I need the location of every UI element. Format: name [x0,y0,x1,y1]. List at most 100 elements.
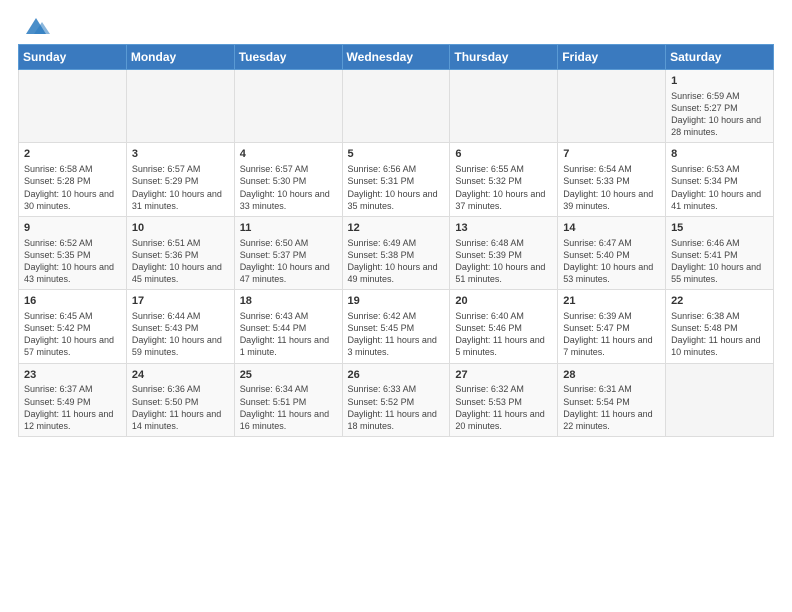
day-info: Sunrise: 6:53 AM Sunset: 5:34 PM Dayligh… [671,163,768,212]
day-info: Sunrise: 6:49 AM Sunset: 5:38 PM Dayligh… [348,237,445,286]
day-info: Sunrise: 6:33 AM Sunset: 5:52 PM Dayligh… [348,383,445,432]
calendar-cell: 28Sunrise: 6:31 AM Sunset: 5:54 PM Dayli… [558,363,666,436]
day-info: Sunrise: 6:55 AM Sunset: 5:32 PM Dayligh… [455,163,552,212]
day-number: 12 [348,221,445,236]
calendar-cell [19,70,127,143]
calendar-cell: 13Sunrise: 6:48 AM Sunset: 5:39 PM Dayli… [450,216,558,289]
weekday-header-row: SundayMondayTuesdayWednesdayThursdayFrid… [19,45,774,70]
calendar-week-row: 2Sunrise: 6:58 AM Sunset: 5:28 PM Daylig… [19,143,774,216]
day-info: Sunrise: 6:43 AM Sunset: 5:44 PM Dayligh… [240,310,337,359]
day-info: Sunrise: 6:31 AM Sunset: 5:54 PM Dayligh… [563,383,660,432]
day-number: 21 [563,294,660,309]
day-number: 7 [563,147,660,162]
day-number: 4 [240,147,337,162]
calendar-cell: 22Sunrise: 6:38 AM Sunset: 5:48 PM Dayli… [666,290,774,363]
calendar-cell: 2Sunrise: 6:58 AM Sunset: 5:28 PM Daylig… [19,143,127,216]
day-number: 24 [132,368,229,383]
calendar-cell: 18Sunrise: 6:43 AM Sunset: 5:44 PM Dayli… [234,290,342,363]
calendar-cell: 8Sunrise: 6:53 AM Sunset: 5:34 PM Daylig… [666,143,774,216]
day-info: Sunrise: 6:56 AM Sunset: 5:31 PM Dayligh… [348,163,445,212]
day-number: 2 [24,147,121,162]
day-number: 26 [348,368,445,383]
day-number: 23 [24,368,121,383]
calendar-cell: 4Sunrise: 6:57 AM Sunset: 5:30 PM Daylig… [234,143,342,216]
day-info: Sunrise: 6:45 AM Sunset: 5:42 PM Dayligh… [24,310,121,359]
calendar-cell: 7Sunrise: 6:54 AM Sunset: 5:33 PM Daylig… [558,143,666,216]
day-info: Sunrise: 6:42 AM Sunset: 5:45 PM Dayligh… [348,310,445,359]
calendar-cell: 17Sunrise: 6:44 AM Sunset: 5:43 PM Dayli… [126,290,234,363]
day-info: Sunrise: 6:50 AM Sunset: 5:37 PM Dayligh… [240,237,337,286]
day-info: Sunrise: 6:48 AM Sunset: 5:39 PM Dayligh… [455,237,552,286]
calendar-cell: 20Sunrise: 6:40 AM Sunset: 5:46 PM Dayli… [450,290,558,363]
calendar-cell: 24Sunrise: 6:36 AM Sunset: 5:50 PM Dayli… [126,363,234,436]
day-number: 16 [24,294,121,309]
calendar-week-row: 9Sunrise: 6:52 AM Sunset: 5:35 PM Daylig… [19,216,774,289]
day-info: Sunrise: 6:59 AM Sunset: 5:27 PM Dayligh… [671,90,768,139]
calendar-cell [558,70,666,143]
calendar-cell: 3Sunrise: 6:57 AM Sunset: 5:29 PM Daylig… [126,143,234,216]
calendar-cell: 21Sunrise: 6:39 AM Sunset: 5:47 PM Dayli… [558,290,666,363]
day-number: 9 [24,221,121,236]
day-info: Sunrise: 6:37 AM Sunset: 5:49 PM Dayligh… [24,383,121,432]
calendar-cell: 6Sunrise: 6:55 AM Sunset: 5:32 PM Daylig… [450,143,558,216]
day-info: Sunrise: 6:52 AM Sunset: 5:35 PM Dayligh… [24,237,121,286]
day-number: 6 [455,147,552,162]
day-number: 11 [240,221,337,236]
day-info: Sunrise: 6:40 AM Sunset: 5:46 PM Dayligh… [455,310,552,359]
weekday-header-sunday: Sunday [19,45,127,70]
day-number: 8 [671,147,768,162]
calendar-cell: 5Sunrise: 6:56 AM Sunset: 5:31 PM Daylig… [342,143,450,216]
calendar-cell: 25Sunrise: 6:34 AM Sunset: 5:51 PM Dayli… [234,363,342,436]
day-info: Sunrise: 6:38 AM Sunset: 5:48 PM Dayligh… [671,310,768,359]
day-info: Sunrise: 6:39 AM Sunset: 5:47 PM Dayligh… [563,310,660,359]
calendar-cell [126,70,234,143]
weekday-header-saturday: Saturday [666,45,774,70]
weekday-header-wednesday: Wednesday [342,45,450,70]
day-number: 27 [455,368,552,383]
weekday-header-tuesday: Tuesday [234,45,342,70]
day-number: 15 [671,221,768,236]
calendar-cell: 26Sunrise: 6:33 AM Sunset: 5:52 PM Dayli… [342,363,450,436]
calendar-cell [450,70,558,143]
day-info: Sunrise: 6:51 AM Sunset: 5:36 PM Dayligh… [132,237,229,286]
day-number: 22 [671,294,768,309]
day-info: Sunrise: 6:36 AM Sunset: 5:50 PM Dayligh… [132,383,229,432]
calendar-cell: 19Sunrise: 6:42 AM Sunset: 5:45 PM Dayli… [342,290,450,363]
day-info: Sunrise: 6:58 AM Sunset: 5:28 PM Dayligh… [24,163,121,212]
calendar-week-row: 1Sunrise: 6:59 AM Sunset: 5:27 PM Daylig… [19,70,774,143]
day-info: Sunrise: 6:57 AM Sunset: 5:29 PM Dayligh… [132,163,229,212]
calendar-cell: 11Sunrise: 6:50 AM Sunset: 5:37 PM Dayli… [234,216,342,289]
calendar-week-row: 23Sunrise: 6:37 AM Sunset: 5:49 PM Dayli… [19,363,774,436]
header [18,16,774,38]
day-number: 19 [348,294,445,309]
weekday-header-friday: Friday [558,45,666,70]
day-number: 13 [455,221,552,236]
logo [18,16,50,38]
calendar-cell [342,70,450,143]
day-info: Sunrise: 6:54 AM Sunset: 5:33 PM Dayligh… [563,163,660,212]
day-number: 25 [240,368,337,383]
weekday-header-thursday: Thursday [450,45,558,70]
calendar-cell [666,363,774,436]
calendar-table: SundayMondayTuesdayWednesdayThursdayFrid… [18,44,774,437]
day-number: 3 [132,147,229,162]
calendar-cell: 27Sunrise: 6:32 AM Sunset: 5:53 PM Dayli… [450,363,558,436]
day-info: Sunrise: 6:32 AM Sunset: 5:53 PM Dayligh… [455,383,552,432]
page: SundayMondayTuesdayWednesdayThursdayFrid… [0,0,792,612]
day-number: 18 [240,294,337,309]
calendar-cell [234,70,342,143]
day-info: Sunrise: 6:57 AM Sunset: 5:30 PM Dayligh… [240,163,337,212]
day-number: 20 [455,294,552,309]
calendar-cell: 23Sunrise: 6:37 AM Sunset: 5:49 PM Dayli… [19,363,127,436]
calendar-week-row: 16Sunrise: 6:45 AM Sunset: 5:42 PM Dayli… [19,290,774,363]
day-info: Sunrise: 6:44 AM Sunset: 5:43 PM Dayligh… [132,310,229,359]
calendar-cell: 15Sunrise: 6:46 AM Sunset: 5:41 PM Dayli… [666,216,774,289]
calendar-cell: 14Sunrise: 6:47 AM Sunset: 5:40 PM Dayli… [558,216,666,289]
day-info: Sunrise: 6:47 AM Sunset: 5:40 PM Dayligh… [563,237,660,286]
day-number: 10 [132,221,229,236]
day-info: Sunrise: 6:46 AM Sunset: 5:41 PM Dayligh… [671,237,768,286]
day-number: 14 [563,221,660,236]
day-number: 17 [132,294,229,309]
calendar-cell: 9Sunrise: 6:52 AM Sunset: 5:35 PM Daylig… [19,216,127,289]
weekday-header-monday: Monday [126,45,234,70]
